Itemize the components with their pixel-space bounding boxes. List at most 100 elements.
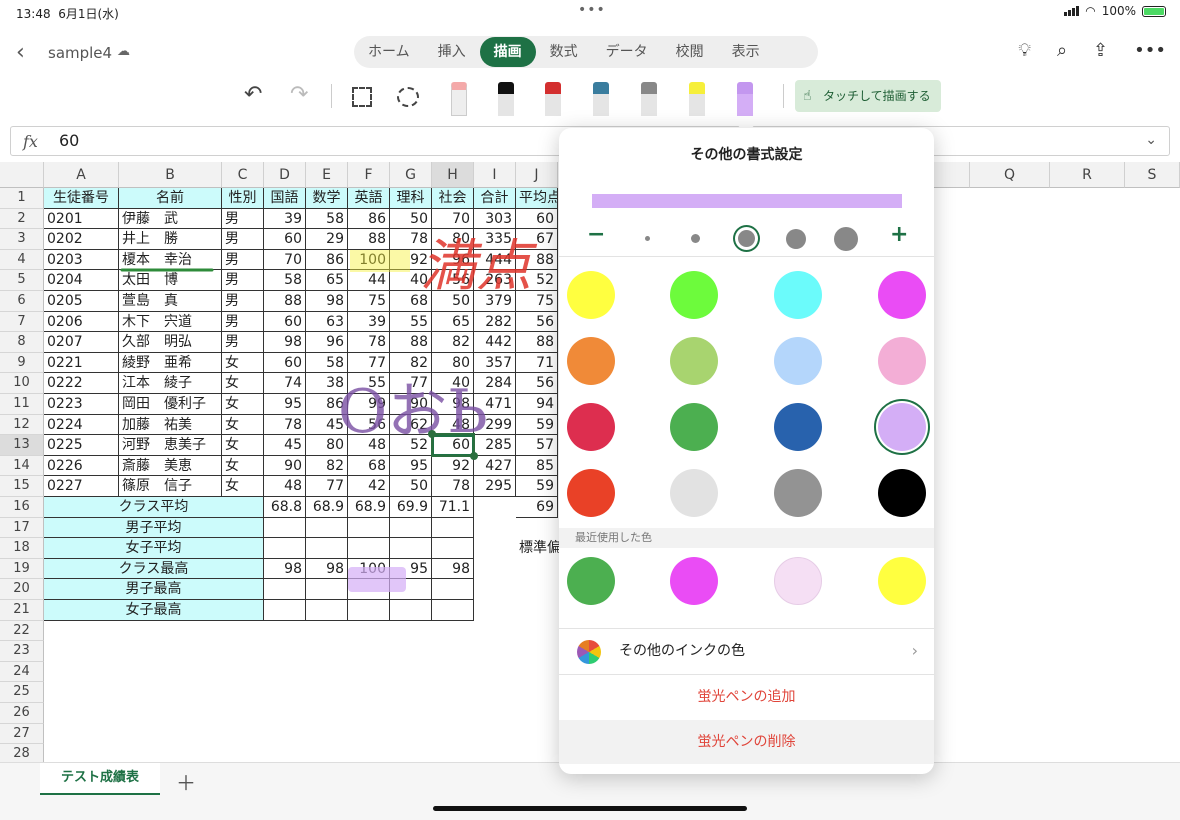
cell[interactable]: 57: [516, 435, 558, 456]
tab-draw[interactable]: 描画: [479, 37, 536, 67]
cell[interactable]: 42: [348, 476, 390, 497]
cell[interactable]: 男: [222, 311, 264, 333]
cell[interactable]: 55: [390, 311, 432, 333]
cell[interactable]: 284: [474, 373, 516, 394]
cell[interactable]: 48: [432, 414, 474, 436]
row-header-14[interactable]: 14: [0, 455, 44, 477]
cell[interactable]: 78: [432, 476, 474, 497]
cell[interactable]: 60: [264, 311, 306, 333]
pencil-icon[interactable]: [636, 82, 662, 116]
cell[interactable]: 99: [348, 394, 390, 415]
yellow-highlighter-icon[interactable]: [684, 82, 710, 116]
eraser-icon[interactable]: [446, 82, 472, 116]
cell[interactable]: 40: [432, 373, 474, 394]
redo-icon[interactable]: ↷: [290, 82, 308, 107]
cell[interactable]: 88: [516, 332, 558, 353]
cell[interactable]: 44: [348, 270, 390, 291]
decrease-thickness-button[interactable]: −: [587, 222, 605, 247]
cell[interactable]: 29: [306, 229, 348, 250]
cell[interactable]: 綾野 亜希: [119, 352, 222, 374]
cell[interactable]: 性別: [222, 188, 264, 209]
cell[interactable]: 98: [432, 394, 474, 415]
cell[interactable]: 男: [222, 291, 264, 312]
cell[interactable]: 58: [306, 352, 348, 374]
cell[interactable]: 0222: [44, 373, 119, 394]
cell[interactable]: 女: [222, 414, 264, 436]
delete-highlighter-button[interactable]: 蛍光ペンの削除: [559, 720, 934, 764]
column-header-c[interactable]: C: [222, 162, 264, 188]
cell[interactable]: [306, 579, 348, 600]
multitask-dots[interactable]: •••: [578, 2, 606, 18]
cell[interactable]: 78: [390, 229, 432, 250]
cell[interactable]: 98: [306, 291, 348, 312]
cell[interactable]: 0223: [44, 394, 119, 415]
cell[interactable]: 40: [390, 270, 432, 291]
cell[interactable]: 100: [348, 558, 390, 580]
cell[interactable]: 95: [390, 558, 432, 580]
cell[interactable]: 90: [264, 455, 306, 477]
color-swatch[interactable]: [774, 337, 822, 385]
tab-insert[interactable]: 挿入: [424, 37, 480, 67]
formula-value[interactable]: 60: [59, 131, 79, 150]
cell[interactable]: 0201: [44, 208, 119, 230]
row-header-1[interactable]: 1: [0, 188, 44, 209]
column-header-f[interactable]: F: [348, 162, 390, 188]
color-swatch[interactable]: [878, 403, 926, 451]
cell[interactable]: 295: [474, 476, 516, 497]
cell[interactable]: 男: [222, 270, 264, 291]
cell[interactable]: [390, 600, 432, 621]
cell[interactable]: 0224: [44, 414, 119, 436]
row-header-13[interactable]: 13: [0, 435, 44, 456]
cell[interactable]: 63: [306, 311, 348, 333]
color-swatch[interactable]: [567, 337, 615, 385]
cell[interactable]: 77: [348, 352, 390, 374]
color-swatch[interactable]: [774, 271, 822, 319]
cell[interactable]: 92: [432, 455, 474, 477]
cell[interactable]: 女子平均: [44, 538, 264, 559]
cell[interactable]: 95: [390, 455, 432, 477]
share-icon[interactable]: ⇪: [1093, 40, 1108, 61]
color-swatch[interactable]: [567, 469, 615, 517]
cell[interactable]: 木下 宍道: [119, 311, 222, 333]
cell[interactable]: 男: [222, 229, 264, 250]
cell[interactable]: 女: [222, 435, 264, 456]
cell[interactable]: 井上 勝: [119, 229, 222, 250]
tab-home[interactable]: ホーム: [354, 37, 424, 67]
cell[interactable]: 社会: [432, 188, 474, 209]
cell[interactable]: 59: [516, 476, 558, 497]
cell[interactable]: 女子最高: [44, 600, 264, 621]
cell[interactable]: 98: [264, 558, 306, 580]
cell[interactable]: 68: [390, 291, 432, 312]
cell[interactable]: 45: [264, 435, 306, 456]
cell[interactable]: [432, 517, 474, 539]
cell[interactable]: 合計: [474, 188, 516, 209]
cell[interactable]: 282: [474, 311, 516, 333]
cell[interactable]: 男: [222, 208, 264, 230]
column-header-g[interactable]: G: [390, 162, 432, 188]
row-header-10[interactable]: 10: [0, 373, 44, 394]
cell[interactable]: 68: [348, 455, 390, 477]
color-swatch[interactable]: [878, 469, 926, 517]
color-swatch[interactable]: [670, 271, 718, 319]
cell[interactable]: 39: [264, 208, 306, 230]
cell[interactable]: 52: [390, 435, 432, 456]
cell[interactable]: 80: [306, 435, 348, 456]
more-icon[interactable]: •••: [1134, 40, 1166, 61]
row-header-15[interactable]: 15: [0, 476, 44, 497]
column-header-i[interactable]: I: [474, 162, 516, 188]
thickness-5[interactable]: [834, 227, 858, 251]
cell[interactable]: 55: [348, 373, 390, 394]
cell[interactable]: [432, 600, 474, 621]
back-chevron-icon[interactable]: ‹: [16, 40, 25, 65]
recent-color-swatch[interactable]: [567, 557, 615, 605]
cell[interactable]: 82: [306, 455, 348, 477]
cell[interactable]: 100: [348, 249, 390, 271]
recent-color-swatch[interactable]: [878, 557, 926, 605]
column-header-j[interactable]: J: [516, 162, 558, 188]
cell[interactable]: 92: [390, 249, 432, 271]
cell[interactable]: 94: [516, 394, 558, 415]
cell[interactable]: 0202: [44, 229, 119, 250]
cell[interactable]: 60: [264, 352, 306, 374]
cell[interactable]: 68.9: [348, 497, 390, 518]
row-header-4[interactable]: 4: [0, 249, 44, 271]
